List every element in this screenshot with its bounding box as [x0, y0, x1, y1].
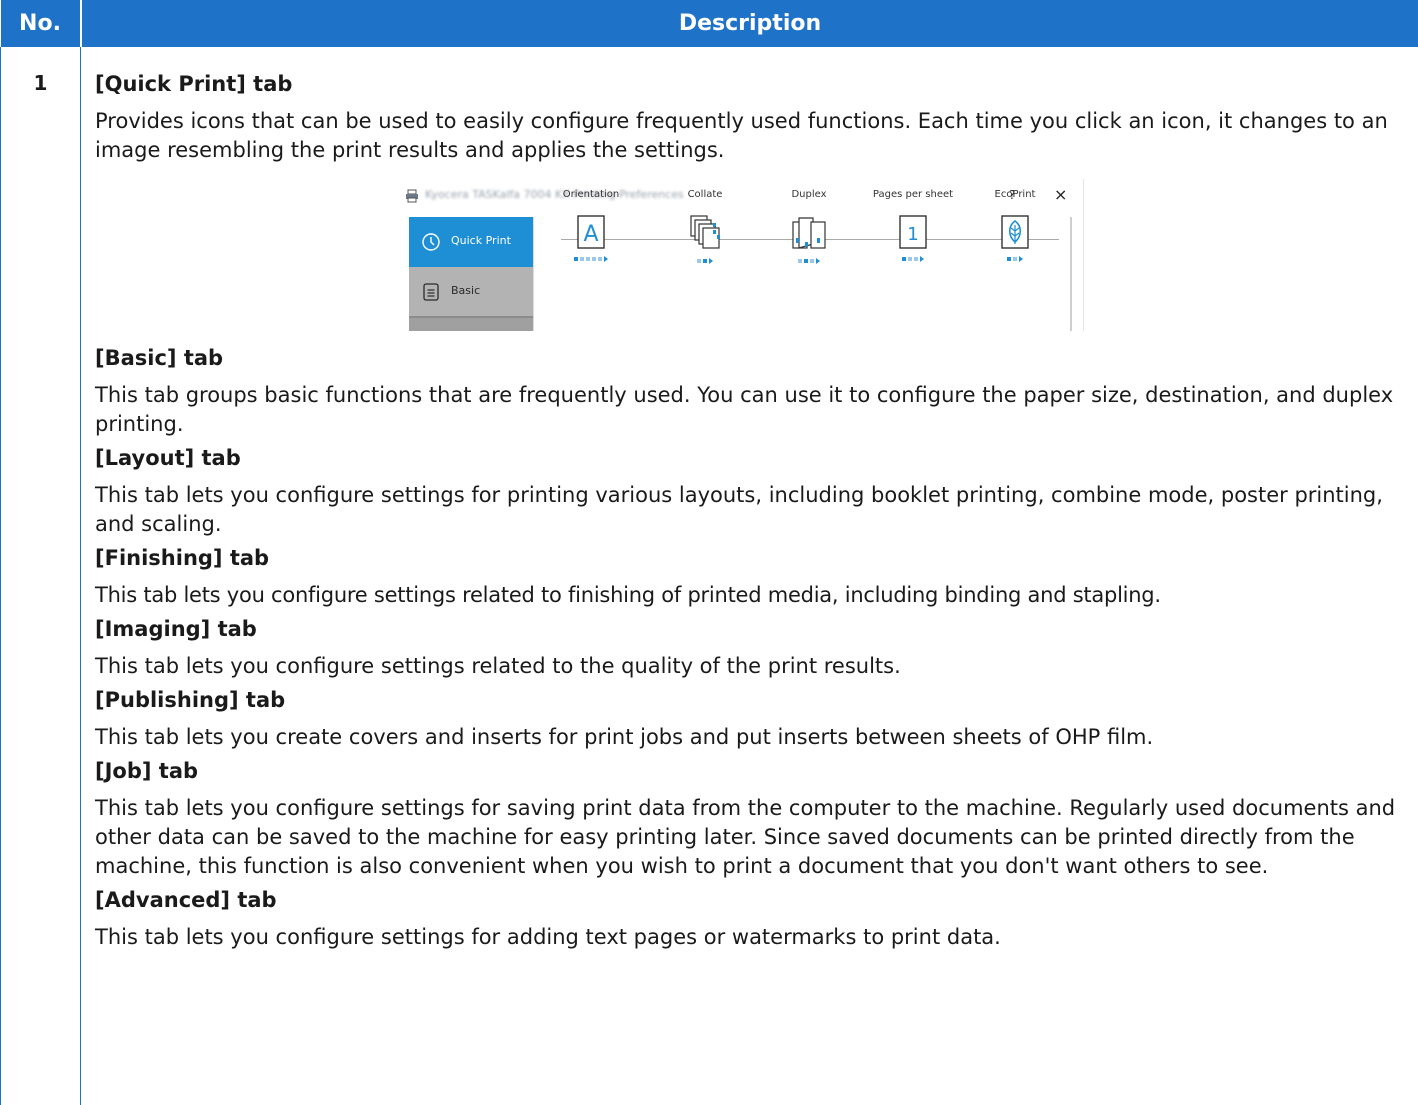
section-title-basic: [Basic] tab — [95, 343, 1418, 373]
ecoprint-leaf-icon — [1000, 214, 1030, 250]
description-table: No. Description 1 [Quick Print] tab Prov… — [0, 0, 1418, 1105]
header-description: Description — [81, 0, 1418, 47]
option-label: Orientation — [541, 189, 641, 200]
sidebar-item-quick-print[interactable]: Quick Print — [409, 217, 533, 267]
section-title-quick-print: [Quick Print] tab — [95, 69, 1418, 99]
section-title-finishing: [Finishing] tab — [95, 543, 1418, 573]
option-indicator — [863, 256, 963, 262]
option-indicator — [759, 258, 859, 264]
section-title-imaging: [Imaging] tab — [95, 614, 1418, 644]
quick-print-option-pages-per-sheet[interactable]: Pages per sheet 1 — [863, 189, 963, 262]
section-desc-publishing: This tab lets you create covers and inse… — [95, 723, 1418, 752]
section-desc-layout: This tab lets you configure settings for… — [95, 481, 1418, 539]
section-desc-quick-print: Provides icons that can be used to easil… — [95, 107, 1418, 165]
section-title-job: [Job] tab — [95, 756, 1418, 786]
quick-print-option-collate[interactable]: Collate — [655, 189, 755, 264]
section-desc-job: This tab lets you configure settings for… — [95, 794, 1418, 881]
option-indicator — [965, 256, 1065, 262]
orientation-glyph: A — [583, 222, 598, 247]
section-desc-basic: This tab groups basic functions that are… — [95, 381, 1418, 439]
row-description: [Quick Print] tab Provides icons that ca… — [81, 47, 1418, 1105]
collate-icon — [687, 214, 723, 252]
pages-per-sheet-icon: 1 — [898, 214, 928, 250]
printer-icon — [405, 189, 419, 203]
printing-preferences-screenshot: Kyocera TASKalfa 7004 KX Printing Prefer… — [403, 179, 1084, 331]
sidebar-item-basic[interactable]: Basic — [409, 267, 533, 317]
option-label: EcoPrint — [965, 189, 1065, 200]
sidebar-divider — [409, 316, 533, 318]
section-desc-advanced: This tab lets you configure settings for… — [95, 923, 1418, 952]
section-desc-imaging: This tab lets you configure settings rel… — [95, 652, 1418, 681]
table-header-row: No. Description — [1, 0, 1418, 47]
clock-icon — [421, 232, 441, 252]
section-desc-finishing: This tab lets you configure settings rel… — [95, 581, 1418, 610]
row-number: 1 — [1, 47, 81, 1105]
sidebar-item-label: Quick Print — [451, 234, 511, 247]
pages-per-sheet-value: 1 — [907, 224, 918, 245]
table-row: 1 [Quick Print] tab Provides icons that … — [1, 47, 1418, 1105]
quick-print-option-ecoprint[interactable]: EcoPrint — [965, 189, 1065, 262]
option-label: Pages per sheet — [863, 189, 963, 200]
quick-print-option-orientation[interactable]: Orientation A — [541, 189, 641, 262]
sidebar: Quick Print Basic — [409, 217, 533, 331]
orientation-icon: A — [576, 214, 606, 250]
section-title-publishing: [Publishing] tab — [95, 685, 1418, 715]
option-indicator — [655, 258, 755, 264]
option-label: Duplex — [759, 189, 859, 200]
quick-print-option-duplex[interactable]: Duplex — [759, 189, 859, 264]
sidebar-item-label: Basic — [451, 284, 480, 297]
section-title-layout: [Layout] tab — [95, 443, 1418, 473]
scrollbar[interactable] — [1070, 217, 1072, 331]
document-icon — [421, 282, 441, 302]
option-indicator — [541, 256, 641, 262]
section-title-advanced: [Advanced] tab — [95, 885, 1418, 915]
header-no: No. — [1, 0, 81, 47]
duplex-icon — [789, 214, 829, 252]
option-label: Collate — [655, 189, 755, 200]
